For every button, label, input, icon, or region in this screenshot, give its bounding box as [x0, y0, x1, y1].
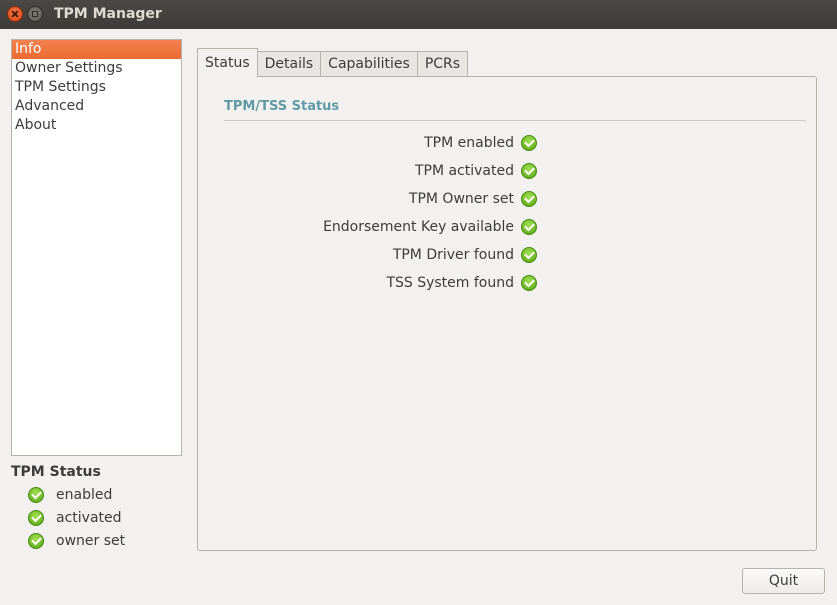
status-row-label: TPM enabled [424, 135, 514, 151]
tab-details[interactable]: Details [257, 51, 322, 76]
side-status-label: activated [56, 510, 122, 526]
status-row-tpm-enabled: TPM enabled [224, 133, 537, 153]
minimize-window-icon[interactable] [27, 6, 43, 22]
status-row-label: Endorsement Key available [323, 219, 514, 235]
status-row-label: TPM Owner set [408, 191, 514, 207]
title-bar: TPM Manager [0, 0, 837, 29]
side-status-owner-set: owner set [28, 531, 125, 551]
status-row-endorsement-key: Endorsement Key available [224, 217, 537, 237]
check-circle-icon [521, 191, 537, 207]
status-row-label: TPM Driver found [392, 247, 514, 263]
group-divider [224, 120, 806, 121]
side-status-label: owner set [56, 533, 126, 549]
check-circle-icon [521, 247, 537, 263]
sidebar-item-about[interactable]: About [12, 116, 181, 135]
status-row-label: TPM activated [414, 163, 514, 179]
check-circle-icon [521, 275, 537, 291]
sidebar-item-owner-settings[interactable]: Owner Settings [12, 59, 181, 78]
check-circle-icon [28, 487, 44, 503]
status-row-tss-found: TSS System found [224, 273, 537, 293]
tpm-status-heading: TPM Status [11, 464, 101, 480]
check-circle-icon [521, 135, 537, 151]
check-circle-icon [28, 533, 44, 549]
quit-button[interactable]: Quit [742, 568, 825, 594]
tab-status[interactable]: Status [197, 48, 258, 77]
sidebar-item-info[interactable]: Info [12, 40, 181, 59]
check-circle-icon [521, 219, 537, 235]
side-status-enabled: enabled [28, 485, 112, 505]
status-row-tpm-activated: TPM activated [224, 161, 537, 181]
group-title: TPM/TSS Status [224, 99, 340, 114]
tab-pcrs[interactable]: PCRs [417, 51, 469, 76]
sidebar-list[interactable]: Info Owner Settings TPM Settings Advance… [11, 39, 182, 456]
side-status-activated: activated [28, 508, 122, 528]
check-circle-icon [28, 510, 44, 526]
tab-bar: Status Details Capabilities PCRs [197, 48, 469, 77]
side-status-label: enabled [56, 487, 113, 503]
window-title: TPM Manager [54, 6, 162, 22]
tab-capabilities[interactable]: Capabilities [321, 51, 418, 76]
tab-panel-status: TPM/TSS Status TPM enabled TPM activated… [197, 76, 817, 551]
status-row-label: TSS System found [386, 275, 514, 291]
close-window-icon[interactable] [7, 6, 23, 22]
check-circle-icon [521, 163, 537, 179]
sidebar-item-advanced[interactable]: Advanced [12, 97, 181, 116]
status-row-owner-set: TPM Owner set [224, 189, 537, 209]
sidebar-item-tpm-settings[interactable]: TPM Settings [12, 78, 181, 97]
status-row-driver-found: TPM Driver found [224, 245, 537, 265]
